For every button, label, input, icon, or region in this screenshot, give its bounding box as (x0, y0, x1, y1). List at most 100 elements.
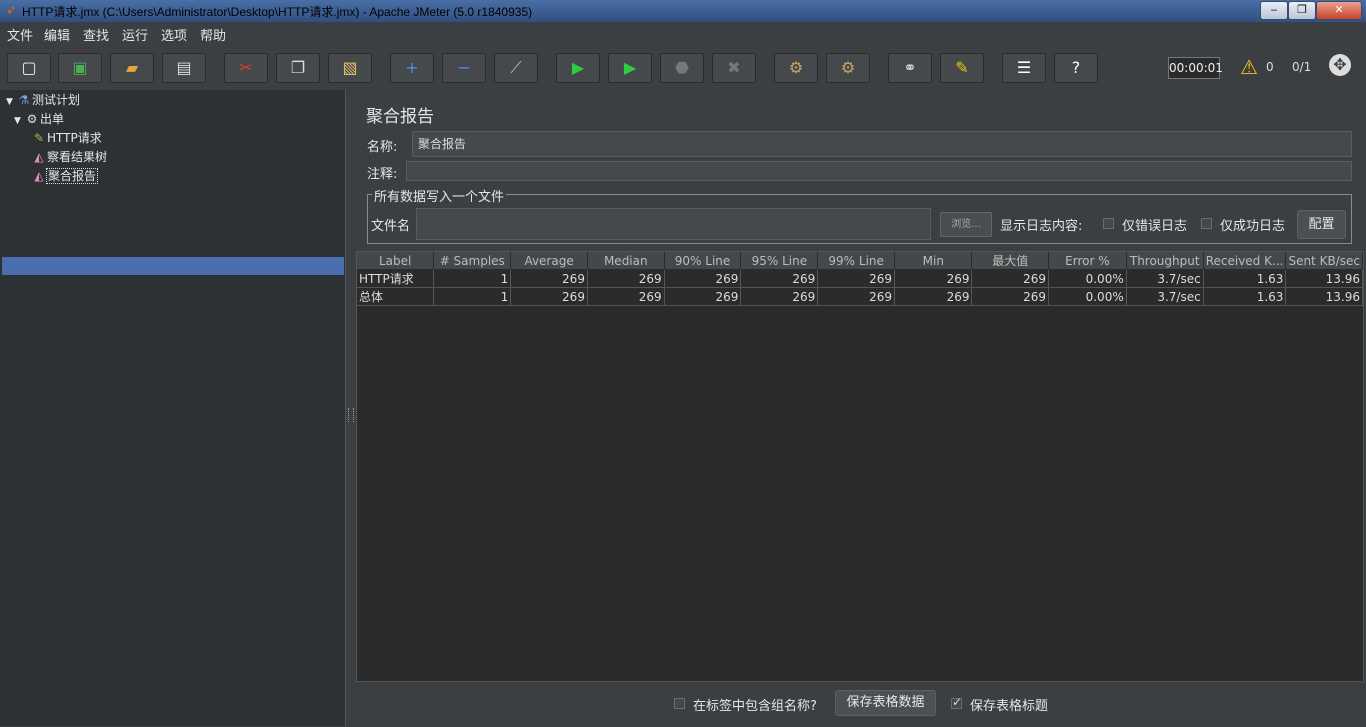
success-only-checkbox[interactable] (1201, 218, 1212, 229)
table-cell: 1 (433, 287, 512, 306)
table-header-cell[interactable]: 90% Line (664, 252, 742, 270)
start-button[interactable]: ▶ (556, 53, 600, 83)
reset-search-button[interactable]: ✎ (940, 53, 984, 83)
errors-only-label: 仅错误日志 (1122, 219, 1188, 234)
start-no-pause-button[interactable]: ▶ (608, 53, 652, 83)
shutdown-button[interactable]: ✖ (712, 53, 756, 83)
menu-search[interactable]: 查找 (83, 25, 109, 44)
open-button[interactable]: ▰ (110, 53, 154, 83)
expand-icon: + (405, 58, 419, 77)
table-row[interactable]: HTTP请求 1 269 269 269 269 269 269 269 0.00% 3.7/sec… (357, 269, 1363, 288)
templates-icon: ▣ (72, 58, 88, 77)
cut-button[interactable]: ✂ (224, 53, 268, 83)
table-header-cell[interactable]: Median (587, 252, 665, 270)
menu-help[interactable]: 帮助 (200, 25, 226, 44)
results-table[interactable]: Label # Samples Average Median 90% Line 95% L… (356, 251, 1364, 683)
tree-expand-arrow-icon[interactable]: ▼ (6, 93, 16, 111)
listener-icon: ◭ (34, 169, 44, 183)
menu-file[interactable]: 文件 (7, 25, 33, 44)
minimize-button[interactable]: ‒ (1260, 1, 1288, 20)
collapse-button[interactable]: − (442, 53, 486, 83)
cut-icon: ✂ (239, 58, 253, 77)
table-header-cell[interactable]: Sent KB/sec (1285, 252, 1363, 270)
errors-only-checkbox[interactable] (1103, 218, 1114, 229)
remote-status-icon[interactable]: ✥ (1329, 54, 1351, 76)
table-header-cell[interactable]: # Samples (433, 252, 512, 270)
maximize-button[interactable]: ❐ (1288, 1, 1316, 20)
menu-run[interactable]: 运行 (122, 25, 148, 44)
expand-button[interactable]: + (390, 53, 434, 83)
toggle-button[interactable]: ⟋ (494, 53, 538, 83)
close-button[interactable]: ✕ (1316, 1, 1362, 20)
splitter-grip[interactable] (348, 408, 354, 422)
include-group-name-label: 在标签中包含组名称? (693, 699, 817, 714)
copy-icon: ❐ (290, 58, 306, 77)
help-button[interactable]: ? (1054, 53, 1098, 83)
table-cell: 269 (587, 287, 665, 306)
help-icon: ? (1071, 58, 1081, 77)
clear-all-icon: ⚙ (840, 58, 856, 77)
new-button[interactable]: ▢ (7, 53, 51, 83)
menu-bar: 文件 编辑 查找 运行 选项 帮助 (0, 22, 1366, 44)
table-header-cell[interactable]: Received K... (1203, 252, 1287, 270)
table-cell: 1.63 (1203, 269, 1287, 288)
function-helper-icon: ☰ (1016, 58, 1032, 77)
configure-button[interactable]: 配置 (1297, 210, 1346, 239)
save-table-header-checkbox[interactable] (951, 695, 962, 709)
save-button[interactable]: ▤ (162, 53, 206, 83)
stop-button[interactable]: ⬣ (660, 53, 704, 83)
toggle-icon: ⟋ (510, 58, 522, 77)
tree-item[interactable]: ◭ 察看结果树 (31, 148, 107, 166)
tree-expand-arrow-icon[interactable]: ▼ (14, 112, 24, 130)
tree-item[interactable]: ▼ ⚙ 出单 (14, 110, 64, 128)
warning-icon[interactable]: ⚠ (1240, 55, 1258, 79)
table-cell: 0.00% (1048, 269, 1127, 288)
search-button[interactable]: ⚭ (888, 53, 932, 83)
table-header-cell[interactable]: Label (357, 252, 435, 270)
tree-item-label: HTTP请求 (47, 131, 102, 145)
new-icon: ▢ (21, 58, 37, 77)
tree-item[interactable]: ◭ 聚合报告 (31, 167, 99, 185)
table-cell: 13.96 (1285, 287, 1363, 306)
filename-input[interactable] (416, 208, 931, 240)
menu-options[interactable]: 选项 (161, 25, 187, 44)
bottom-bar: 在标签中包含组名称? 保存表格数据 保存表格标题 (356, 681, 1362, 727)
clear-all-button[interactable]: ⚙ (826, 53, 870, 83)
browse-button[interactable]: 浏览... (940, 212, 992, 237)
table-header-cell[interactable]: Throughput (1126, 252, 1204, 270)
table-header-cell[interactable]: Min (894, 252, 973, 270)
table-row[interactable]: 总体 1 269 269 269 269 269 269 269 0.00% 3.7/sec 1.63… (357, 287, 1363, 306)
name-field[interactable]: 聚合报告 (412, 131, 1352, 157)
table-header-cell[interactable]: 最大值 (971, 252, 1050, 270)
tree-item[interactable]: ✎ HTTP请求 (31, 129, 102, 147)
start-icon: ▶ (571, 58, 585, 77)
table-header-cell[interactable]: Error % (1048, 252, 1127, 270)
table-cell: 1.63 (1203, 287, 1287, 306)
elapsed-timer: 00:00:01 (1168, 57, 1223, 79)
table-header-cell[interactable]: 99% Line (817, 252, 896, 270)
tree-item[interactable]: ▼ ⚗ 测试计划 (6, 91, 80, 109)
include-group-name-checkbox[interactable] (674, 698, 685, 709)
table-cell: 13.96 (1285, 269, 1363, 288)
table-cell: 269 (510, 287, 588, 306)
copy-button[interactable]: ❐ (276, 53, 320, 83)
table-header-cell[interactable]: 95% Line (740, 252, 819, 270)
thread-count: 0/1 (1292, 60, 1312, 74)
pane-splitter[interactable] (346, 90, 354, 726)
table-header-cell[interactable]: Average (510, 252, 588, 270)
comment-field[interactable] (406, 161, 1352, 181)
paste-icon: ▧ (342, 58, 358, 77)
table-cell: 269 (664, 287, 742, 306)
templates-button[interactable]: ▣ (58, 53, 102, 83)
table-header-row: Label # Samples Average Median 90% Line 95% L… (357, 252, 1363, 270)
table-cell: 269 (664, 269, 742, 288)
function-helper-button[interactable]: ☰ (1002, 53, 1046, 83)
open-icon: ▰ (125, 58, 139, 77)
clear-button[interactable]: ⚙ (774, 53, 818, 83)
save-table-data-button[interactable]: 保存表格数据 (835, 690, 936, 716)
menu-edit[interactable]: 编辑 (44, 25, 70, 44)
flask-icon: ⚗ (18, 93, 30, 107)
tree-item-label: 出单 (40, 112, 65, 126)
paste-button[interactable]: ▧ (328, 53, 372, 83)
name-label: 名称: (367, 140, 398, 155)
